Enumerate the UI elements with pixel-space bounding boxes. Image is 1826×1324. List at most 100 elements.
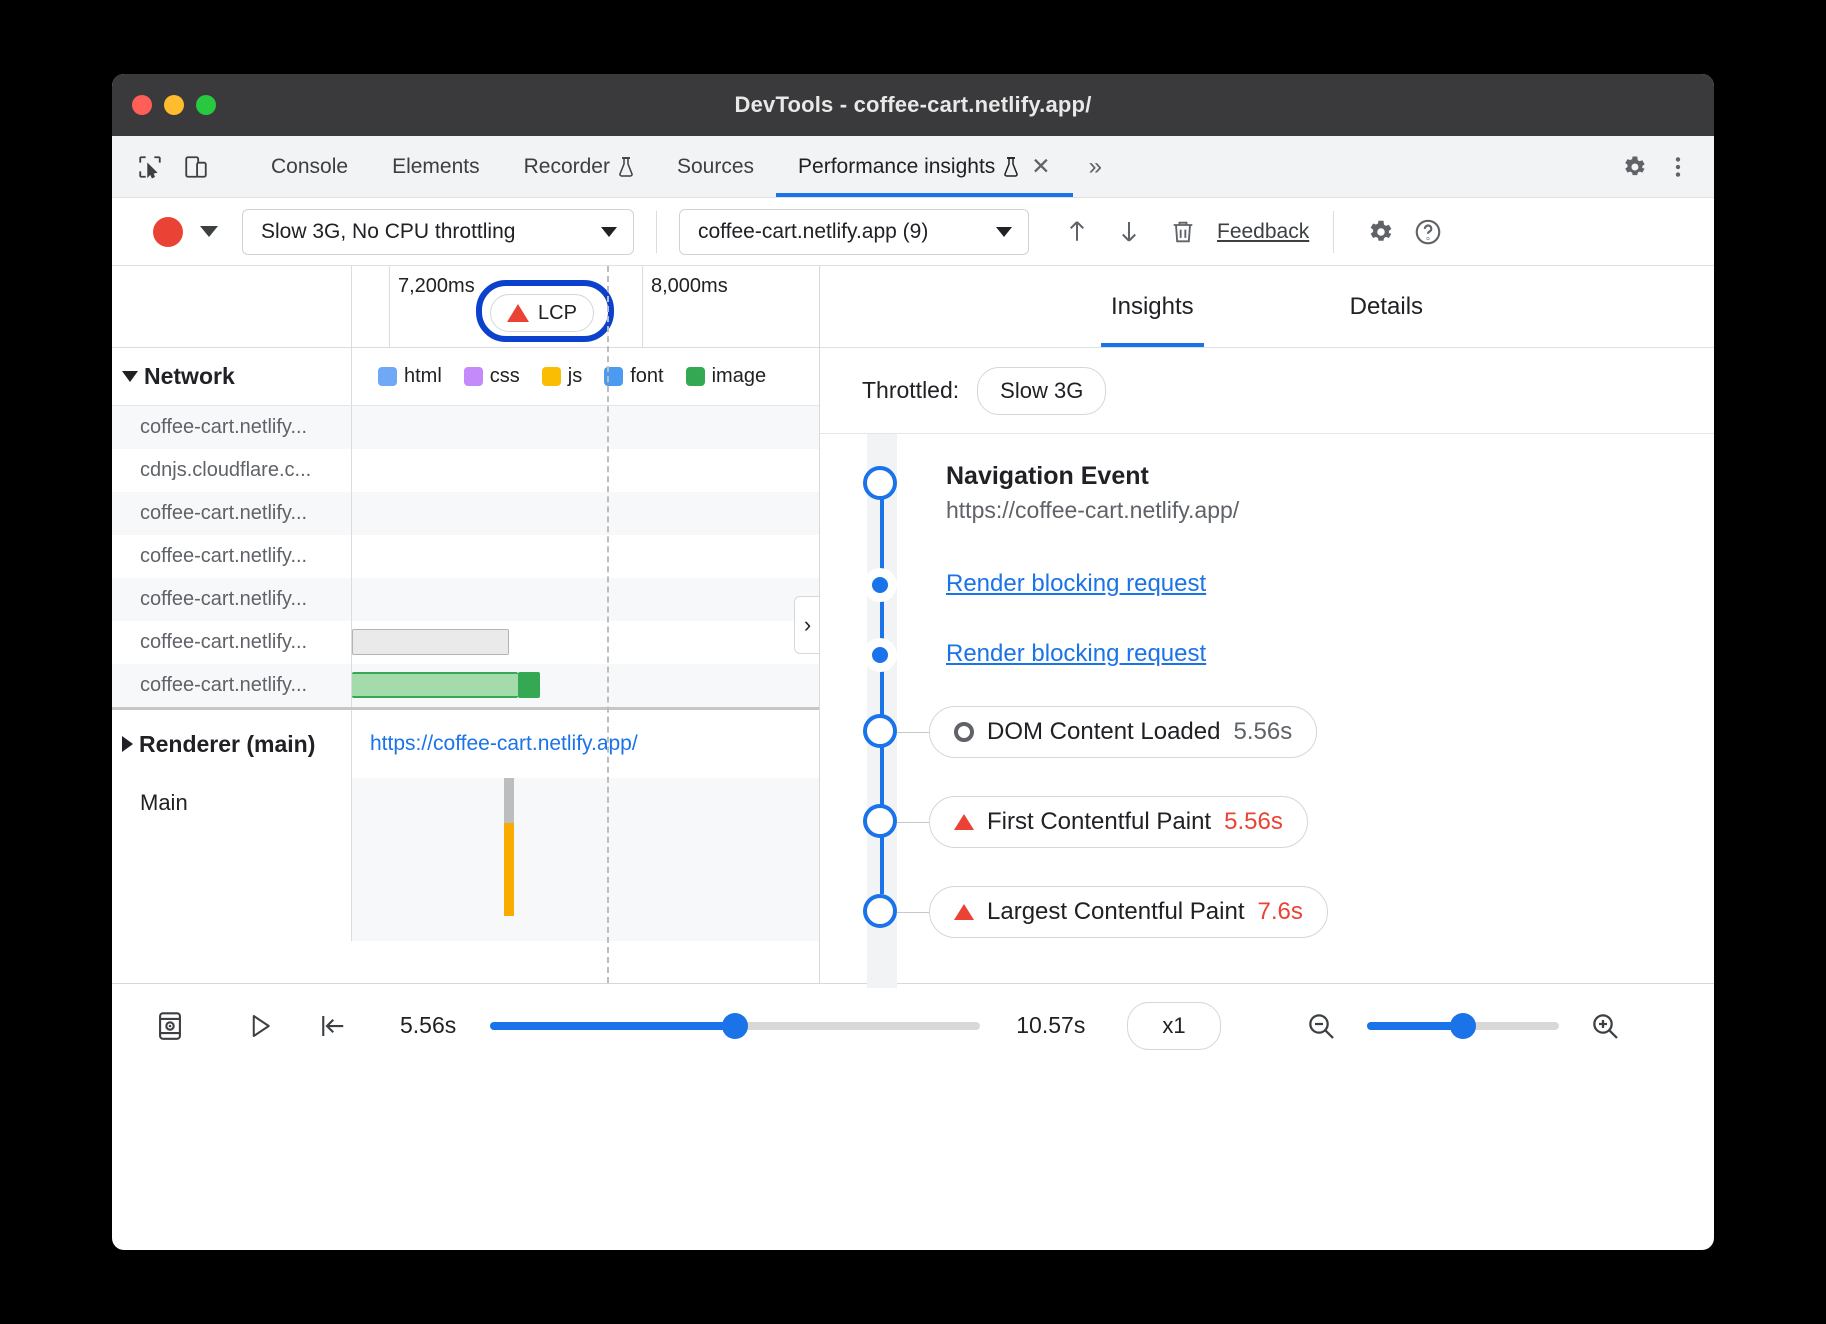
record-button[interactable] (146, 210, 190, 254)
renderer-url-link[interactable]: https://coffee-cart.netlify.app/ (352, 732, 638, 756)
more-tabs-button[interactable]: » (1073, 136, 1118, 197)
zoom-in-icon[interactable] (1577, 1010, 1633, 1042)
page-select[interactable]: coffee-cart.netlify.app (9) (679, 209, 1029, 255)
table-row[interactable]: coffee-cart.netlify... (112, 621, 819, 664)
metric-pill-lcp[interactable]: Largest Contentful Paint 7.6s (929, 886, 1328, 938)
close-icon[interactable]: ✕ (1031, 153, 1050, 180)
table-row[interactable]: coffee-cart.netlify... (112, 406, 819, 449)
table-row[interactable]: cdnjs.cloudflare.c... (112, 449, 819, 492)
metric-value-lcp: 7.6s (1258, 898, 1303, 926)
network-group-name[interactable]: Network (112, 348, 352, 405)
upload-icon[interactable] (1055, 210, 1099, 254)
table-row[interactable]: coffee-cart.netlify... (112, 492, 819, 535)
three-dot-menu-icon[interactable] (1658, 147, 1698, 187)
minimize-window-button[interactable] (164, 95, 184, 115)
table-row[interactable]: coffee-cart.netlify... (112, 664, 819, 707)
throttling-select[interactable]: Slow 3G, No CPU throttling (242, 209, 634, 255)
table-row[interactable]: coffee-cart.netlify... (112, 578, 819, 621)
timeline-node-ring (820, 714, 940, 748)
legend-item-font: font (604, 365, 663, 388)
renderer-track: https://coffee-cart.netlify.app/ (352, 710, 819, 778)
legend-label-html: html (404, 365, 442, 388)
request-name: cdnjs.cloudflare.c... (112, 449, 352, 492)
gear-icon[interactable] (1358, 210, 1402, 254)
collapse-sidebar-button[interactable]: › (794, 596, 820, 654)
lcp-label: LCP (538, 302, 577, 325)
red-triangle-icon (954, 904, 974, 920)
ruler-tick-line (642, 266, 643, 347)
main-task-bar-grey (504, 778, 514, 823)
play-icon[interactable] (232, 1011, 288, 1041)
metric-label-lcp: Largest Contentful Paint (987, 898, 1245, 926)
chevron-down-icon (601, 227, 617, 237)
chevron-down-icon (996, 227, 1012, 237)
timeline-entry-dcl[interactable]: DOM Content Loaded 5.56s (820, 718, 1714, 808)
close-window-button[interactable] (132, 95, 152, 115)
tab-elements[interactable]: Elements (370, 136, 502, 197)
render-blocking-request-link[interactable]: Render blocking request (946, 570, 1206, 597)
timeline-connector (897, 912, 929, 913)
timeline-entry-render-blocking-1[interactable]: Render blocking request (820, 570, 1714, 640)
feedback-link[interactable]: Feedback (1217, 220, 1309, 244)
zoom-slider[interactable] (1367, 1022, 1559, 1030)
zoom-out-icon[interactable] (1293, 1010, 1349, 1042)
renderer-group-name[interactable]: Renderer (main) (112, 710, 352, 778)
tab-recorder[interactable]: Recorder (502, 136, 655, 197)
renderer-group-header[interactable]: Renderer (main) https://coffee-cart.netl… (112, 710, 819, 778)
timeline-entry-lcp[interactable]: Largest Contentful Paint 7.6s (820, 898, 1714, 988)
ruler-name-column (112, 266, 352, 347)
timeline-pane: 7,200ms 8,000ms LCP Network (112, 266, 820, 983)
window-controls[interactable] (112, 95, 216, 115)
playback-speed-button[interactable]: x1 (1127, 1002, 1220, 1050)
performance-toolbar: Slow 3G, No CPU throttling coffee-cart.n… (112, 198, 1714, 266)
legend-label-font: font (630, 365, 663, 388)
render-blocking-request-link[interactable]: Render blocking request (946, 640, 1206, 667)
time-slider-knob[interactable] (722, 1013, 748, 1039)
network-group-header[interactable]: Network html css js (112, 348, 819, 406)
tab-console[interactable]: Console (249, 136, 370, 197)
record-options-caret[interactable] (190, 210, 228, 254)
throttling-select-value: Slow 3G, No CPU throttling (261, 220, 515, 244)
request-track (352, 664, 819, 707)
network-group-label: Network (144, 363, 235, 390)
zoom-slider-knob[interactable] (1450, 1013, 1476, 1039)
timeline-entry-fcp[interactable]: First Contentful Paint 5.56s (820, 808, 1714, 898)
lcp-badge[interactable]: LCP (490, 294, 594, 332)
request-track (352, 492, 819, 535)
chevron-down-icon[interactable] (122, 371, 138, 382)
chevron-right-icon[interactable] (122, 736, 133, 752)
ring-icon (954, 722, 974, 742)
help-icon[interactable] (1406, 210, 1450, 254)
gear-icon[interactable] (1614, 147, 1654, 187)
metric-pill-fcp[interactable]: First Contentful Paint 5.56s (929, 796, 1308, 848)
tab-details[interactable]: Details (1332, 266, 1441, 347)
insights-tab-list: Insights Details (820, 266, 1714, 348)
legend-swatch-image (686, 367, 705, 386)
device-toolbar-icon[interactable] (176, 147, 216, 187)
maximize-window-button[interactable] (196, 95, 216, 115)
jump-to-start-icon[interactable] (304, 1011, 360, 1041)
tab-elements-label: Elements (392, 155, 480, 179)
metric-value-dcl: 5.56s (1233, 718, 1292, 746)
lcp-marker[interactable]: LCP (490, 294, 594, 332)
table-row[interactable]: coffee-cart.netlify... (112, 535, 819, 578)
ruler-tick-label-2: 8,000ms (651, 275, 728, 298)
request-bar-green-light (352, 672, 518, 698)
inspect-cursor-icon[interactable] (130, 147, 170, 187)
timeline-ruler[interactable]: 7,200ms 8,000ms LCP (112, 266, 819, 348)
tab-performance-insights[interactable]: Performance insights ✕ (776, 136, 1073, 197)
trash-icon[interactable] (1161, 210, 1205, 254)
time-slider[interactable] (490, 1022, 980, 1030)
red-triangle-icon (507, 304, 529, 322)
tab-sources-label: Sources (677, 155, 754, 179)
time-current-label: 5.56s (400, 1012, 456, 1039)
devtools-tabbar: Console Elements Recorder Sources Perfor… (112, 136, 1714, 198)
filmstrip-icon[interactable] (142, 1009, 198, 1043)
screenshot-root: DevTools - coffee-cart.netlify.app/ (0, 0, 1826, 1324)
main-thread-row[interactable]: Main (112, 778, 819, 941)
download-icon[interactable] (1107, 210, 1151, 254)
tab-insights[interactable]: Insights (1093, 266, 1212, 347)
timeline-entry-navigation[interactable]: Navigation Event https://coffee-cart.net… (820, 462, 1714, 570)
tab-sources[interactable]: Sources (655, 136, 776, 197)
metric-pill-dcl[interactable]: DOM Content Loaded 5.56s (929, 706, 1317, 758)
